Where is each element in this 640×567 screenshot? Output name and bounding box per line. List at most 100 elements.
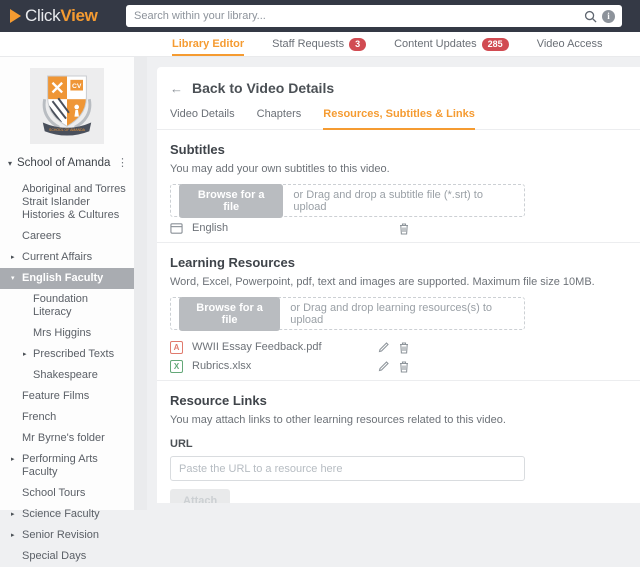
sidebar-item-label: Special Days	[22, 550, 86, 562]
sidebar-item-mrs-higgins[interactable]: Mrs Higgins	[0, 323, 134, 344]
browse-subtitle-button[interactable]: Browse for a file	[179, 184, 283, 218]
sidebar-scrollbar[interactable]	[134, 57, 147, 510]
tab-label: Video Access	[537, 38, 603, 50]
sidebar-item-science-faculty[interactable]: ▸Science Faculty	[0, 504, 134, 525]
subtitles-description: You may add your own subtitles to this v…	[170, 163, 640, 175]
sidebar-item-english-faculty[interactable]: ▾ English Faculty	[0, 268, 134, 289]
sidebar-item-foundation-literacy[interactable]: Foundation Literacy	[0, 289, 134, 323]
chevron-down-icon: ▾	[8, 159, 12, 168]
tab-staff-requests[interactable]: Staff Requests 3	[272, 32, 366, 56]
sidebar-item-label: Mrs Higgins	[33, 327, 91, 339]
sidebar-item-shakespeare[interactable]: Shakespeare	[0, 365, 134, 386]
sidebar-item-label: Careers	[22, 230, 61, 242]
resource-dropzone[interactable]: Browse for a file or Drag and drop learn…	[170, 297, 525, 330]
chevron-down-icon: ▾	[11, 272, 15, 285]
resource-links-section: Resource Links You may attach links to o…	[157, 381, 640, 503]
back-label: Back to Video Details	[192, 80, 334, 96]
library-sidebar: CV SCHOOL OF AMANDA ▾ School of Amanda ⋮…	[0, 57, 147, 510]
sidebar-item-careers[interactable]: Careers	[0, 226, 134, 247]
subtitle-file-name: English	[192, 222, 228, 234]
sidebar-item-senior-revision[interactable]: ▸ Senior Revision	[0, 525, 134, 546]
sidebar-item-label: English Faculty	[22, 272, 103, 284]
url-input[interactable]	[170, 456, 525, 481]
app-header: Click View i	[0, 0, 640, 32]
school-root-item[interactable]: ▾ School of Amanda ⋮	[0, 157, 134, 169]
subtitle-file-row: English	[170, 226, 410, 242]
editor-header-section: ← Back to Video Details Video Details Ch…	[157, 67, 640, 130]
edit-resource-icon[interactable]	[378, 360, 390, 372]
sidebar-item-label: Feature Films	[22, 390, 89, 402]
video-editor-tabs: Video Details Chapters Resources, Subtit…	[170, 108, 640, 129]
search-icon[interactable]	[584, 10, 597, 23]
video-editor-panel: ← Back to Video Details Video Details Ch…	[157, 67, 640, 503]
attach-button[interactable]: Attach	[170, 489, 230, 503]
top-nav-bar: Library Editor Staff Requests 3 Content …	[0, 32, 640, 57]
school-name: School of Amanda	[17, 157, 110, 169]
browse-resource-button[interactable]: Browse for a file	[179, 297, 280, 331]
sidebar-item-label: Senior Revision	[22, 529, 99, 541]
tab-chapters[interactable]: Chapters	[257, 108, 302, 129]
folder-tree: Aboriginal and Torres Strait Islander Hi…	[0, 179, 134, 567]
sidebar-item-label: Current Affairs	[22, 251, 92, 263]
sidebar-item-label: School Tours	[22, 487, 85, 499]
sidebar-item-feature-films[interactable]: Feature Films	[0, 386, 134, 407]
school-crest: CV SCHOOL OF AMANDA	[30, 68, 104, 144]
kebab-menu-icon[interactable]: ⋮	[117, 158, 128, 168]
sidebar-item-special-days[interactable]: Special Days	[0, 546, 134, 567]
back-arrow-icon: ←	[170, 81, 183, 96]
tab-content-updates[interactable]: Content Updates 285	[394, 32, 509, 56]
tab-resources-subtitles-links[interactable]: Resources, Subtitles & Links	[323, 108, 475, 129]
chevron-right-icon: ▸	[11, 529, 15, 542]
learning-resources-heading: Learning Resources	[170, 243, 640, 270]
chevron-right-icon: ▸	[23, 348, 27, 361]
sidebar-item-label: Performing Arts Faculty	[22, 453, 98, 478]
sidebar-item-performing-arts-faculty[interactable]: ▸ Performing Arts Faculty	[0, 449, 134, 483]
resource-links-heading: Resource Links	[170, 381, 640, 408]
pdf-file-icon: A	[170, 341, 183, 354]
info-icon[interactable]: i	[602, 10, 615, 23]
sidebar-item-school-tours[interactable]: School Tours	[0, 483, 134, 504]
sidebar-item-label: Prescribed Texts	[33, 348, 114, 360]
back-to-video-details-link[interactable]: ← Back to Video Details	[170, 67, 640, 96]
crest-monogram: CV	[72, 83, 82, 90]
tab-video-details[interactable]: Video Details	[170, 108, 235, 129]
subtitle-drop-hint: or Drag and drop a subtitle file (*.srt)…	[293, 189, 516, 213]
sidebar-item-french[interactable]: French	[0, 407, 134, 428]
tab-label: Library Editor	[172, 38, 244, 50]
sidebar-item-label: Foundation Literacy	[33, 293, 88, 318]
tab-label: Content Updates	[394, 38, 477, 50]
play-triangle-icon	[10, 9, 21, 23]
clickview-logo: Click View	[10, 6, 98, 26]
learning-resources-section: Learning Resources Word, Excel, Powerpoi…	[157, 243, 640, 381]
chevron-right-icon: ▸	[11, 251, 15, 264]
subtitle-file-icon	[170, 222, 183, 235]
brand-click: Click	[25, 6, 60, 26]
edit-resource-icon[interactable]	[378, 341, 390, 353]
tab-video-access[interactable]: Video Access	[537, 32, 603, 56]
xlsx-file-icon: X	[170, 360, 183, 373]
content-updates-badge: 285	[482, 38, 509, 51]
resource-file-row: A WWII Essay Feedback.pdf	[170, 339, 410, 355]
sidebar-item-current-affairs[interactable]: ▸ Current Affairs	[0, 247, 134, 268]
search-input[interactable]	[126, 10, 584, 22]
delete-resource-icon[interactable]	[398, 341, 410, 354]
brand-view: View	[60, 6, 97, 26]
tab-library-editor[interactable]: Library Editor	[172, 32, 244, 56]
resource-file-name: Rubrics.xlsx	[192, 360, 251, 372]
subtitle-dropzone[interactable]: Browse for a file or Drag and drop a sub…	[170, 184, 525, 217]
resource-file-name: WWII Essay Feedback.pdf	[192, 341, 322, 353]
resource-file-row: X Rubrics.xlsx	[170, 364, 410, 380]
chevron-right-icon: ▸	[11, 453, 15, 466]
tab-label: Staff Requests	[272, 38, 344, 50]
sidebar-item-label: French	[22, 411, 56, 423]
resource-links-description: You may attach links to other learning r…	[170, 414, 640, 426]
sidebar-item-prescribed-texts[interactable]: ▸ Prescribed Texts	[0, 344, 134, 365]
sidebar-item-aboriginal-histories[interactable]: Aboriginal and Torres Strait Islander Hi…	[0, 179, 134, 226]
crest-banner-text: SCHOOL OF AMANDA	[49, 128, 86, 132]
delete-resource-icon[interactable]	[398, 360, 410, 373]
sidebar-item-mr-byrnes-folder[interactable]: Mr Byrne's folder	[0, 428, 134, 449]
url-label: URL	[170, 438, 640, 450]
sidebar-item-label: Aboriginal and Torres Strait Islander Hi…	[22, 183, 126, 221]
delete-subtitle-icon[interactable]	[398, 222, 410, 235]
subtitles-section: Subtitles You may add your own subtitles…	[157, 130, 640, 243]
